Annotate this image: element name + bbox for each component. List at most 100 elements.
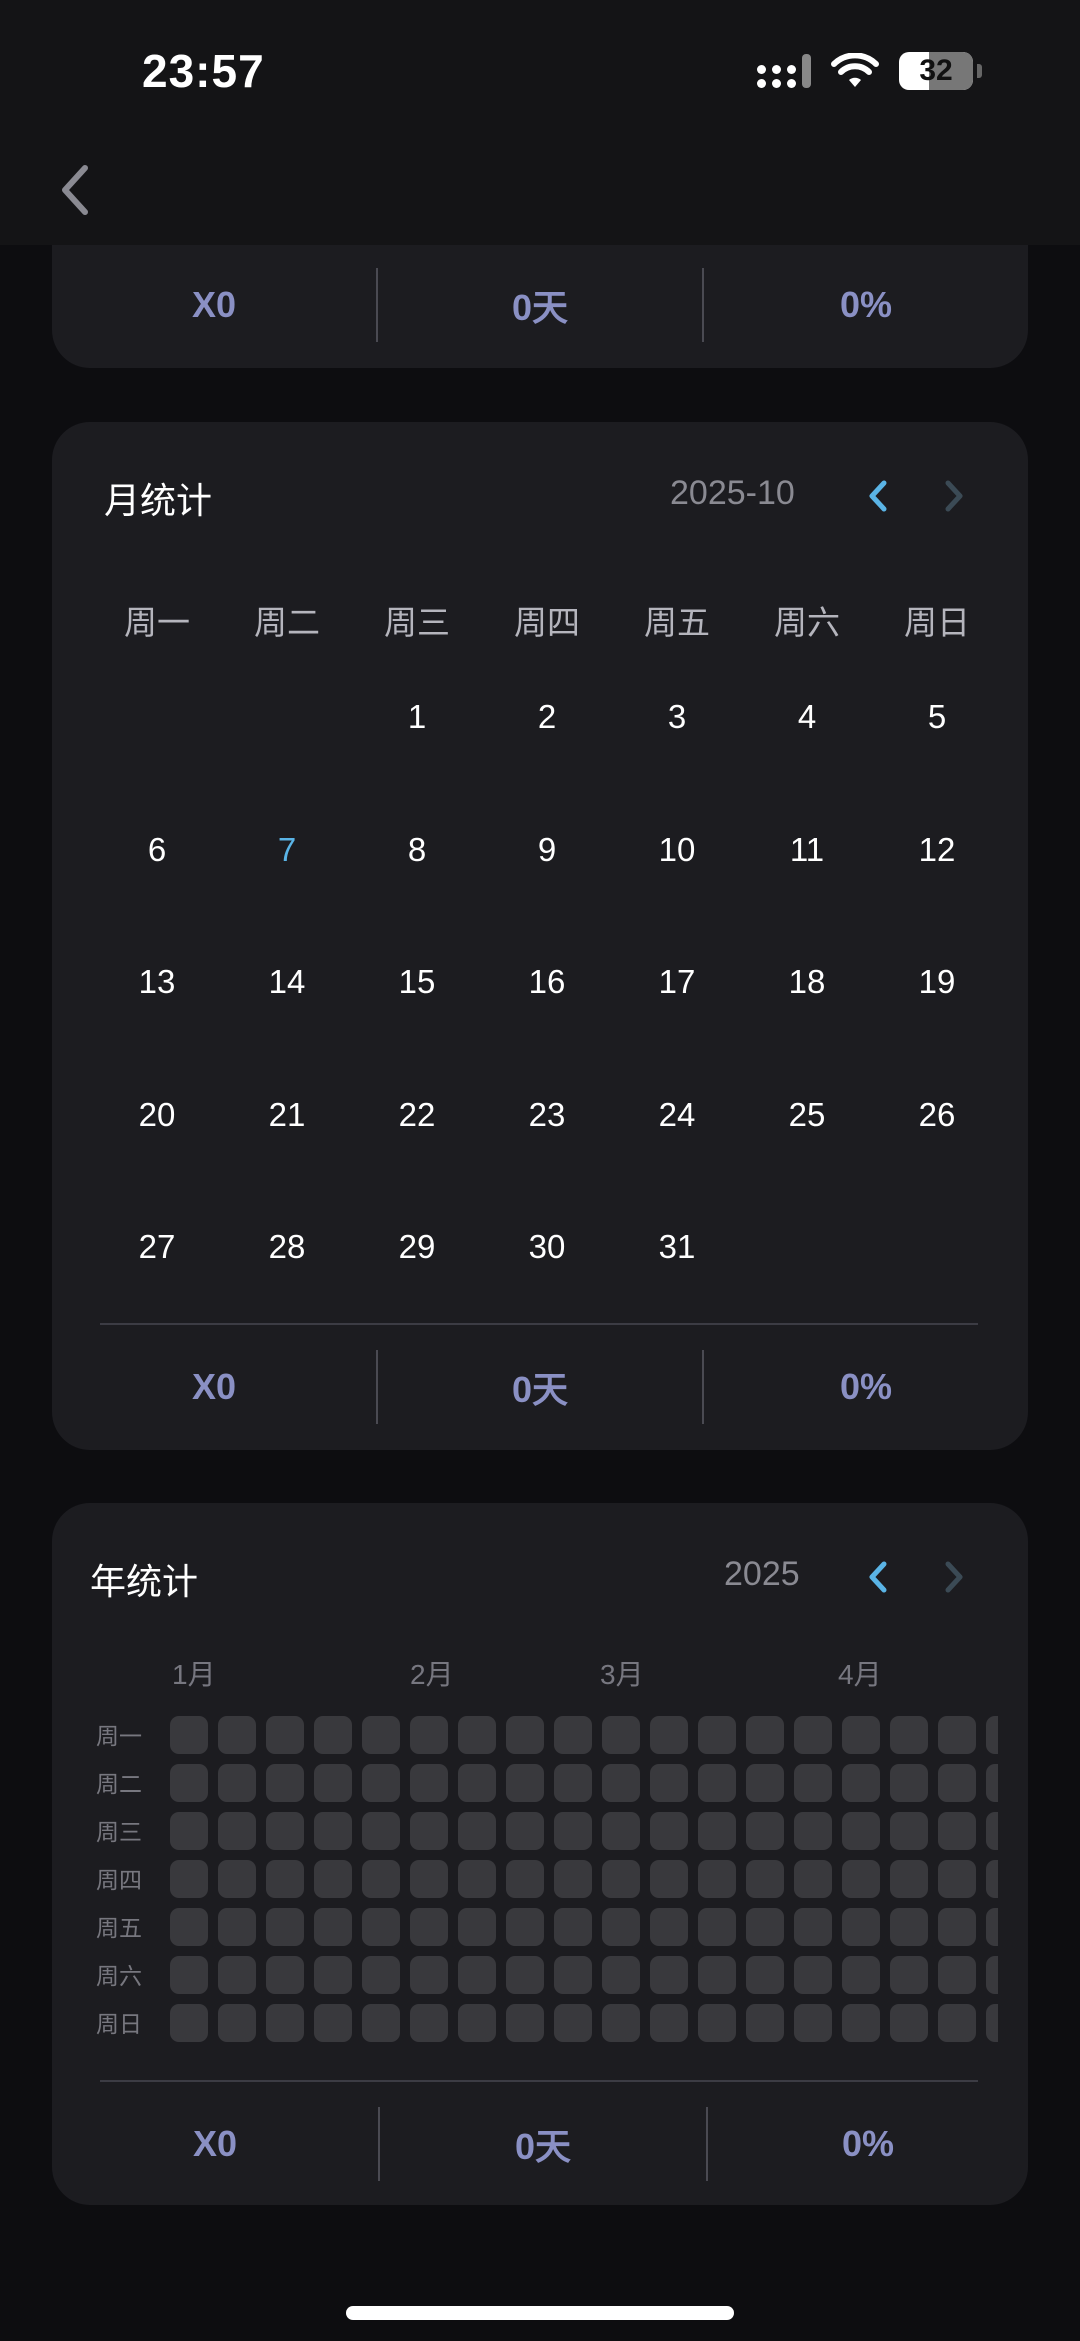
heatmap-cell[interactable] xyxy=(650,1812,688,1850)
heatmap-cell[interactable] xyxy=(218,2004,256,2042)
heatmap-cell[interactable] xyxy=(458,1956,496,1994)
calendar-day[interactable]: 4 xyxy=(742,698,872,736)
heatmap-cell[interactable] xyxy=(698,1716,736,1754)
heatmap-cell[interactable] xyxy=(362,1860,400,1898)
heatmap-cell[interactable] xyxy=(218,1908,256,1946)
heatmap-cell[interactable] xyxy=(602,2004,640,2042)
heatmap-cell[interactable] xyxy=(266,1764,304,1802)
heatmap-cell[interactable] xyxy=(842,1764,880,1802)
heatmap-cell[interactable] xyxy=(842,1908,880,1946)
heatmap-cell[interactable] xyxy=(794,1764,832,1802)
calendar-day[interactable]: 23 xyxy=(482,1096,612,1134)
heatmap-cell[interactable] xyxy=(410,1860,448,1898)
heatmap-cell[interactable] xyxy=(602,1716,640,1754)
heatmap-cell[interactable] xyxy=(986,1764,998,1802)
heatmap-cell[interactable] xyxy=(266,1860,304,1898)
heatmap-cell[interactable] xyxy=(602,1812,640,1850)
heatmap-cell[interactable] xyxy=(266,1716,304,1754)
heatmap-cell[interactable] xyxy=(794,1860,832,1898)
heatmap-cell[interactable] xyxy=(170,1956,208,1994)
heatmap-cell[interactable] xyxy=(266,2004,304,2042)
heatmap-cell[interactable] xyxy=(698,1812,736,1850)
calendar-day[interactable]: 21 xyxy=(222,1096,352,1134)
heatmap-cell[interactable] xyxy=(314,1860,352,1898)
calendar-day[interactable] xyxy=(742,1228,872,1266)
prev-year-button[interactable] xyxy=(858,1557,898,1597)
heatmap-cell[interactable] xyxy=(890,1956,928,1994)
heatmap-cell[interactable] xyxy=(938,1812,976,1850)
heatmap-cell[interactable] xyxy=(458,1716,496,1754)
heatmap-cell[interactable] xyxy=(650,1860,688,1898)
heatmap-cell[interactable] xyxy=(218,1860,256,1898)
calendar-day[interactable] xyxy=(872,1228,1002,1266)
heatmap-cell[interactable] xyxy=(506,1812,544,1850)
heatmap-cell[interactable] xyxy=(218,1764,256,1802)
calendar-day[interactable]: 15 xyxy=(352,963,482,1001)
calendar-day[interactable] xyxy=(222,698,352,736)
heatmap-cell[interactable] xyxy=(362,1764,400,1802)
heatmap-cell[interactable] xyxy=(458,1764,496,1802)
heatmap-cell[interactable] xyxy=(698,2004,736,2042)
heatmap-cell[interactable] xyxy=(890,2004,928,2042)
heatmap-cell[interactable] xyxy=(314,2004,352,2042)
calendar-day[interactable]: 5 xyxy=(872,698,1002,736)
heatmap-cell[interactable] xyxy=(410,1812,448,1850)
heatmap-cell[interactable] xyxy=(842,2004,880,2042)
heatmap-cell[interactable] xyxy=(602,1908,640,1946)
heatmap-cell[interactable] xyxy=(314,1908,352,1946)
back-button[interactable] xyxy=(52,160,96,220)
heatmap-cell[interactable] xyxy=(314,1956,352,1994)
heatmap-cell[interactable] xyxy=(554,1812,592,1850)
heatmap-cell[interactable] xyxy=(458,1812,496,1850)
heatmap-cell[interactable] xyxy=(362,1956,400,1994)
calendar-day[interactable]: 6 xyxy=(92,831,222,869)
heatmap-cell[interactable] xyxy=(602,1764,640,1802)
calendar-day[interactable]: 17 xyxy=(612,963,742,1001)
heatmap-cell[interactable] xyxy=(842,1716,880,1754)
heatmap-cell[interactable] xyxy=(506,2004,544,2042)
heatmap-cell[interactable] xyxy=(890,1812,928,1850)
heatmap-cell[interactable] xyxy=(890,1716,928,1754)
heatmap-cell[interactable] xyxy=(410,1764,448,1802)
heatmap-cell[interactable] xyxy=(938,1764,976,1802)
heatmap-cell[interactable] xyxy=(794,1956,832,1994)
heatmap-cell[interactable] xyxy=(650,1956,688,1994)
heatmap-cell[interactable] xyxy=(698,1764,736,1802)
heatmap-cell[interactable] xyxy=(170,2004,208,2042)
heatmap-cell[interactable] xyxy=(554,2004,592,2042)
heatmap-cell[interactable] xyxy=(938,1716,976,1754)
heatmap-cell[interactable] xyxy=(794,2004,832,2042)
heatmap-cell[interactable] xyxy=(506,1956,544,1994)
heatmap-cell[interactable] xyxy=(986,1812,998,1850)
heatmap-cell[interactable] xyxy=(362,2004,400,2042)
calendar-day[interactable]: 20 xyxy=(92,1096,222,1134)
calendar-day[interactable]: 30 xyxy=(482,1228,612,1266)
heatmap-cell[interactable] xyxy=(266,1908,304,1946)
heatmap-cell[interactable] xyxy=(218,1716,256,1754)
heatmap-cell[interactable] xyxy=(842,1956,880,1994)
year-heatmap[interactable] xyxy=(170,1716,998,2060)
heatmap-cell[interactable] xyxy=(650,1764,688,1802)
heatmap-cell[interactable] xyxy=(506,1764,544,1802)
calendar-day[interactable]: 22 xyxy=(352,1096,482,1134)
heatmap-cell[interactable] xyxy=(746,1860,784,1898)
heatmap-cell[interactable] xyxy=(650,1716,688,1754)
heatmap-cell[interactable] xyxy=(986,1716,998,1754)
heatmap-cell[interactable] xyxy=(362,1908,400,1946)
heatmap-cell[interactable] xyxy=(458,2004,496,2042)
heatmap-cell[interactable] xyxy=(170,1908,208,1946)
heatmap-cell[interactable] xyxy=(554,1716,592,1754)
heatmap-cell[interactable] xyxy=(938,2004,976,2042)
heatmap-cell[interactable] xyxy=(890,1860,928,1898)
calendar-day[interactable]: 28 xyxy=(222,1228,352,1266)
heatmap-cell[interactable] xyxy=(890,1908,928,1946)
heatmap-cell[interactable] xyxy=(554,1956,592,1994)
calendar-day[interactable] xyxy=(92,698,222,736)
prev-month-button[interactable] xyxy=(858,476,898,516)
calendar-day[interactable]: 19 xyxy=(872,963,1002,1001)
heatmap-cell[interactable] xyxy=(890,1764,928,1802)
heatmap-cell[interactable] xyxy=(170,1716,208,1754)
calendar-day[interactable]: 1 xyxy=(352,698,482,736)
heatmap-cell[interactable] xyxy=(170,1764,208,1802)
heatmap-cell[interactable] xyxy=(410,1908,448,1946)
